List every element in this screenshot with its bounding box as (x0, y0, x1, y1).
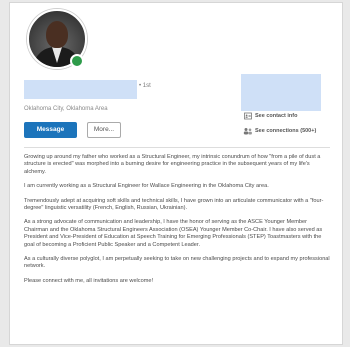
about-paragraph: Growing up around my father who worked a… (24, 154, 321, 175)
about-paragraph: Tremendously adept at acquiring soft ski… (24, 197, 324, 212)
address-card-icon (244, 112, 252, 120)
about-paragraph: As a culturally diverse polyglot, I am p… (24, 256, 330, 270)
section-divider (24, 147, 330, 148)
people-icon (243, 127, 252, 135)
about-paragraph: Please connect with me, all invitations … (24, 277, 154, 284)
about-summary: Growing up around my father who worked a… (24, 154, 330, 292)
more-button[interactable]: More... (87, 122, 121, 138)
connection-degree: • 1st (139, 83, 151, 89)
online-status-icon (70, 54, 84, 68)
redacted-current-position (241, 74, 321, 111)
profile-location: Oklahoma City, Oklahoma Area (24, 106, 108, 112)
profile-card: • 1st Oklahoma City, Oklahoma Area Messa… (9, 2, 343, 345)
about-paragraph: I am currently working as a Structural E… (24, 183, 269, 190)
redacted-name (24, 80, 137, 99)
about-paragraph: As a strong advocate of communication an… (24, 219, 323, 248)
message-button[interactable]: Message (24, 122, 77, 138)
see-connections-link[interactable]: See connections (500+) (255, 128, 316, 134)
see-contact-info-link[interactable]: See contact info (255, 113, 297, 119)
avatar-face (46, 21, 68, 48)
